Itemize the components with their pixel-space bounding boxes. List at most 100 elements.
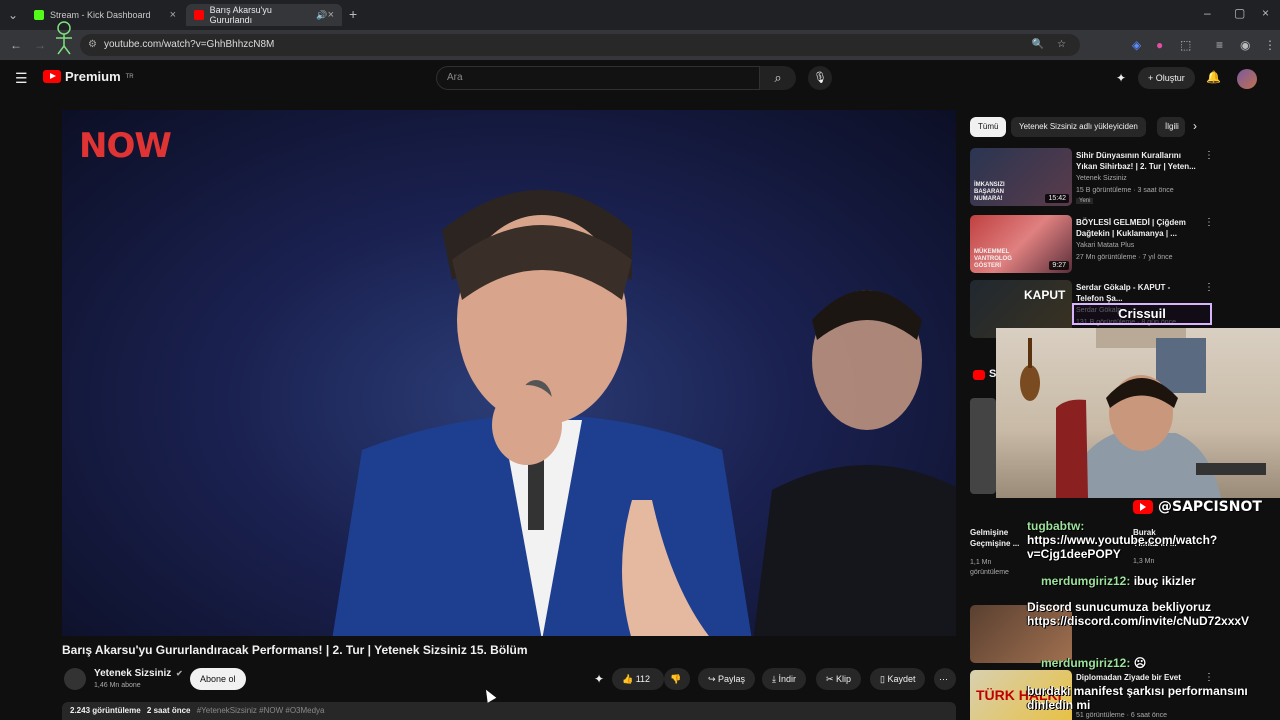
maximize-icon[interactable]: ▢ [1234, 6, 1245, 20]
hashtags[interactable]: #YetenekSizsiniz #NOW #O3Medya [197, 706, 325, 715]
logo-region: TR [125, 73, 134, 80]
more-vert-icon[interactable]: ⋮ [1204, 282, 1214, 293]
mouse-cursor [481, 687, 497, 703]
close-tab-icon[interactable]: × [170, 9, 176, 21]
save-label: Kaydet [887, 674, 916, 684]
webcam-feed [1020, 328, 1266, 498]
recommendation-title: BÖYLESİ GELMEDİ | Çiğdem Dağtekin | Kukl… [1076, 218, 1186, 238]
view-count: 2.243 görüntüleme [70, 706, 141, 715]
tab-kick-dashboard[interactable]: Stream - Kick Dashboard × [26, 4, 184, 26]
close-window-icon[interactable]: × [1262, 6, 1269, 20]
create-button[interactable]: + Oluştur [1138, 67, 1195, 89]
youtube-logo-icon [1133, 500, 1153, 514]
dislike-button[interactable]: 👎 [664, 668, 690, 690]
voice-search-button[interactable]: 🎙 [808, 66, 832, 90]
download-button[interactable]: ⤓ İndir [762, 668, 806, 690]
more-vert-icon[interactable]: ⋮ [1204, 150, 1214, 161]
chip-related[interactable]: İlgili [1157, 117, 1185, 137]
url-text: youtube.com/watch?v=GhhBhhzcN8M [104, 39, 275, 50]
share-button[interactable]: ↪ Paylaş [698, 668, 756, 690]
youtube-play-icon [43, 70, 61, 83]
clip-button[interactable]: ✂ Klip [816, 668, 862, 690]
menu-kebab-icon[interactable]: ⋮ [1264, 38, 1276, 52]
chat-text: ☹ [1133, 656, 1147, 670]
video-thumbnail[interactable]: İMKANSIZI BAŞARAN NUMARA! 15:42 [970, 148, 1072, 206]
logo-text: Premium [65, 69, 121, 84]
recommendation-meta: 51 görüntüleme · 6 saat önce [1076, 712, 1168, 719]
recommendation-meta: 27 Mn görüntüleme · 7 yıl önce [1076, 254, 1173, 261]
site-info-icon[interactable]: ⚙ [88, 34, 97, 56]
clip-label: Klip [836, 674, 852, 684]
video-thumbnail[interactable]: MÜKEMMEL VANTROLOG GÖSTERİ 9:27 [970, 215, 1072, 273]
channel-name[interactable]: Yetenek Sizsiniz ✔ [94, 668, 183, 679]
channel-name-text: Yetenek Sizsiniz [94, 668, 172, 679]
short-thumbnail[interactable] [970, 398, 996, 494]
chat-message: merdumgiriz12: ☹ [1027, 656, 1277, 670]
recommendation-title: Serdar Gökalp - KAPUT - Telefon Şa... [1076, 283, 1171, 303]
chat-text: ibuç ikizler [1133, 574, 1196, 588]
tab-youtube-video[interactable]: Barış Akarsu'yu Gururlandı 🔊 × [186, 4, 342, 26]
like-count: 112 [635, 674, 651, 684]
video-player[interactable]: NOW [62, 110, 956, 636]
recommendation-meta: 15 B görüntüleme · 3 saat önce [1076, 187, 1174, 194]
chevron-right-icon[interactable]: › [1193, 119, 1197, 133]
like-button[interactable]: 👍 112 [612, 668, 664, 690]
chat-username: merdumgiriz12: [1041, 574, 1131, 588]
address-bar[interactable]: ⚙ youtube.com/watch?v=GhhBhhzcN8M 🔍 ☆ [80, 34, 1080, 56]
thumbnail-text: İMKANSIZI BAŞARAN NUMARA! [974, 182, 1005, 202]
thumbnail-text: MÜKEMMEL VANTROLOG GÖSTERİ [974, 249, 1012, 269]
more-actions-button[interactable]: ⋯ [934, 668, 956, 690]
recommendation-item[interactable]: MÜKEMMEL VANTROLOG GÖSTERİ 9:27 BÖYLESİ … [970, 215, 1214, 275]
back-icon[interactable]: ← [10, 38, 22, 52]
handle-text: @SAPCISNOT [1158, 499, 1262, 515]
channel-avatar[interactable] [64, 668, 86, 690]
sparkle-icon[interactable]: ✦ [594, 672, 604, 686]
upload-age: 2 saat önce [146, 706, 191, 715]
duration-badge: 9:27 [1049, 261, 1069, 270]
subscribe-button[interactable]: Abone ol [190, 668, 246, 690]
create-label: Oluştur [1155, 73, 1185, 83]
share-icon: ↪ [708, 674, 719, 684]
avatar[interactable] [1237, 69, 1257, 89]
duration-badge: 15:42 [1045, 194, 1069, 203]
zoom-icon[interactable]: 🔍 [1032, 34, 1044, 56]
browser-toolbar: ← → ⚙ youtube.com/watch?v=GhhBhhzcN8M 🔍 … [0, 21, 1280, 60]
background-performer [753, 290, 956, 636]
chip-all[interactable]: Tümü [970, 117, 1007, 137]
recommendation-channel: Yakari Matata Plus [1076, 242, 1135, 249]
notifications-bell-icon[interactable]: 🔔 [1206, 70, 1221, 84]
recommendation-item[interactable]: İMKANSIZI BAŞARAN NUMARA! 15:42 Sihir Dü… [970, 148, 1214, 208]
youtube-logo[interactable]: Premium TR [43, 69, 134, 84]
sparkle-icon[interactable]: ✦ [1116, 71, 1126, 85]
thumbs-down-icon: 👎 [670, 674, 682, 684]
extension-icon[interactable]: ● [1156, 38, 1163, 52]
extensions-puzzle-icon[interactable]: ⬚ [1180, 38, 1191, 52]
microphone-icon: 🎙 [813, 72, 827, 84]
video-description[interactable]: 2.243 görüntüleme 2 saat önce #YetenekSi… [62, 702, 956, 720]
short-title[interactable]: Gelmişine Geçmişine ... [970, 527, 1022, 549]
minimize-icon[interactable]: – [1204, 6, 1211, 20]
audio-playing-icon[interactable]: 🔊 [316, 10, 327, 21]
media-control-icon[interactable]: ≡ [1216, 38, 1223, 52]
more-vert-icon[interactable]: ⋮ [1204, 672, 1214, 683]
search-button[interactable]: ⌕ [760, 66, 796, 90]
close-tab-icon[interactable]: × [328, 9, 334, 21]
chat-text: burdaki manifest şarkısı performansını d… [1027, 684, 1248, 712]
new-tab-icon[interactable]: + [349, 6, 357, 22]
chip-from-uploader[interactable]: Yetenek Sizsiniz adlı yükleyiciden [1011, 117, 1146, 137]
chat-text: Discord sunucumuza bekliyoruz https://di… [1027, 600, 1250, 628]
subscriber-count: 1,46 Mn abone [94, 682, 141, 689]
thumbs-up-icon: 👍 [622, 674, 636, 684]
hamburger-menu-icon[interactable]: ☰ [15, 70, 28, 87]
chat-text: https://www.youtube.com/watch?v=Cjg1deeP… [1027, 533, 1218, 561]
save-button[interactable]: ▯ Kaydet [870, 668, 926, 690]
share-label: Paylaş [718, 674, 746, 684]
chat-message: Discord sunucumuza bekliyoruz https://di… [1027, 600, 1277, 628]
profile-icon[interactable]: ◉ [1240, 38, 1250, 52]
tab-search-icon[interactable]: ⌄ [8, 8, 18, 22]
more-vert-icon[interactable]: ⋮ [1204, 217, 1214, 228]
forward-icon[interactable]: → [34, 38, 46, 52]
extension-icon[interactable]: ◈ [1132, 38, 1141, 52]
bookmark-star-icon[interactable]: ☆ [1057, 34, 1066, 56]
search-input[interactable]: Ara [436, 66, 760, 90]
